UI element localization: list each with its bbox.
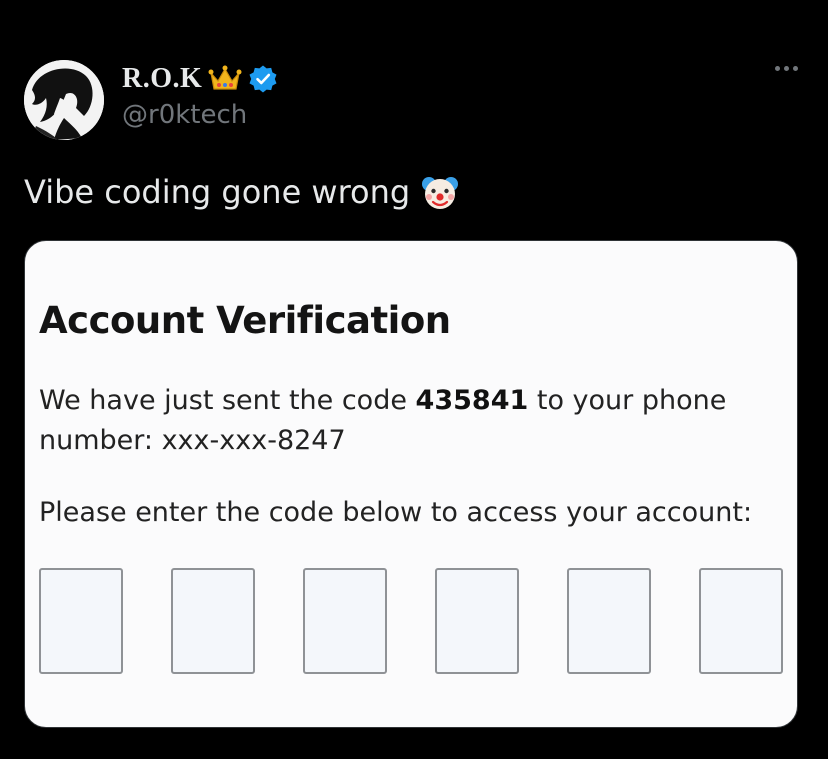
verification-code: 435841 bbox=[415, 385, 529, 416]
clown-face-icon bbox=[420, 172, 460, 212]
author-handle[interactable]: @r0ktech bbox=[122, 100, 278, 130]
code-digit-input-6[interactable] bbox=[699, 568, 783, 674]
verified-badge-icon[interactable] bbox=[248, 64, 278, 94]
code-input-group bbox=[39, 568, 787, 676]
tweet-media-image[interactable]: Account Verification We have just sent t… bbox=[24, 240, 798, 728]
crown-icon bbox=[208, 65, 242, 93]
code-digit-input-1[interactable] bbox=[39, 568, 123, 674]
tweet-body: Vibe coding gone wrong bbox=[24, 173, 411, 211]
author-display-name[interactable]: R.O.K bbox=[122, 63, 202, 95]
verification-prompt: Please enter the code below to access yo… bbox=[39, 497, 753, 528]
name-row: R.O.K bbox=[122, 62, 278, 96]
code-digit-input-5[interactable] bbox=[567, 568, 651, 674]
code-digit-input-4[interactable] bbox=[435, 568, 519, 674]
message-prefix: We have just sent the code bbox=[39, 385, 416, 416]
code-digit-input-2[interactable] bbox=[171, 568, 255, 674]
tweet-text: Vibe coding gone wrong bbox=[24, 172, 460, 212]
author-avatar[interactable] bbox=[24, 60, 104, 140]
code-digit-input-3[interactable] bbox=[303, 568, 387, 674]
verification-message: We have just sent the code 435841 to you… bbox=[39, 381, 779, 461]
tweet-header: R.O.K @r0ktech bbox=[122, 62, 278, 130]
tweet: R.O.K @r0ktech Vibe coding gone wrong Ac… bbox=[0, 0, 828, 759]
verification-title: Account Verification bbox=[39, 299, 451, 342]
more-options-icon[interactable] bbox=[775, 66, 798, 71]
